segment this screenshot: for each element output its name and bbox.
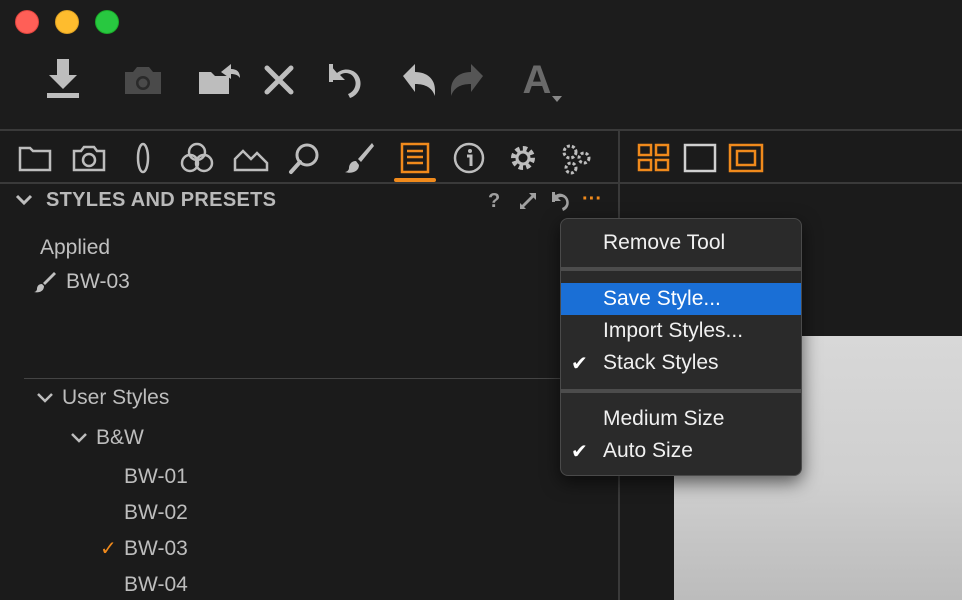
styles-list-icon bbox=[400, 142, 430, 174]
proof-view-button[interactable] bbox=[728, 140, 764, 176]
menu-save-style[interactable]: Save Style... bbox=[561, 283, 801, 315]
zoom-window-button[interactable] bbox=[95, 10, 119, 34]
import-icon[interactable] bbox=[38, 52, 88, 108]
style-item-label: BW-03 bbox=[124, 537, 188, 560]
style-item-label: BW-02 bbox=[124, 501, 188, 524]
menu-item-label: Save Style... bbox=[603, 287, 721, 310]
reset-icon[interactable] bbox=[320, 52, 370, 108]
redo-icon[interactable] bbox=[442, 52, 492, 108]
delete-icon[interactable] bbox=[254, 52, 304, 108]
multi-view-button[interactable] bbox=[636, 140, 672, 176]
folder-icon bbox=[18, 146, 52, 172]
tab-output[interactable] bbox=[504, 138, 542, 178]
section-divider bbox=[24, 378, 618, 379]
menu-item-label: Auto Size bbox=[603, 439, 693, 462]
single-view-icon bbox=[683, 143, 717, 173]
checkmark-icon: ✔ bbox=[571, 441, 588, 463]
menu-item-label: Medium Size bbox=[603, 407, 725, 430]
style-item[interactable]: BW-03 bbox=[124, 535, 188, 563]
camera-icon bbox=[72, 145, 106, 172]
tree-group-bw[interactable]: B&W bbox=[70, 424, 144, 452]
menu-item-label: Remove Tool bbox=[603, 231, 726, 254]
styles-presets-header[interactable]: STYLES AND PRESETS ? ··· bbox=[0, 184, 618, 218]
menu-stack-styles[interactable]: ✔ Stack Styles bbox=[561, 347, 801, 379]
menu-import-styles[interactable]: Import Styles... bbox=[561, 315, 801, 347]
menu-auto-size[interactable]: ✔ Auto Size bbox=[561, 435, 801, 467]
tab-exposure[interactable] bbox=[232, 138, 270, 178]
tab-library[interactable] bbox=[16, 138, 54, 178]
chevron-down-icon[interactable] bbox=[14, 190, 34, 210]
window-toolbar: A bbox=[0, 0, 962, 130]
style-item[interactable]: BW-01 bbox=[124, 463, 188, 491]
menu-separator bbox=[561, 267, 801, 271]
applied-style-item[interactable]: BW-03 bbox=[34, 270, 130, 294]
menu-remove-tool[interactable]: Remove Tool bbox=[561, 227, 801, 259]
user-styles-label: User Styles bbox=[62, 386, 170, 409]
menu-item-label: Stack Styles bbox=[603, 351, 719, 374]
brush-icon bbox=[34, 272, 56, 293]
grid-view-icon bbox=[637, 143, 670, 172]
tab-adjustments[interactable] bbox=[394, 138, 436, 182]
undo-icon[interactable] bbox=[394, 52, 444, 108]
magnifier-icon bbox=[289, 143, 319, 174]
proof-view-icon bbox=[728, 143, 764, 173]
applied-style-label: BW-03 bbox=[66, 270, 130, 293]
help-icon[interactable]: ? bbox=[488, 188, 500, 214]
dropdown-arrow-icon bbox=[552, 96, 562, 102]
reset-tool-icon[interactable] bbox=[550, 188, 572, 214]
applied-label: Applied bbox=[40, 236, 111, 259]
expand-icon[interactable] bbox=[518, 188, 538, 214]
panel-title: STYLES AND PRESETS bbox=[46, 189, 277, 211]
color-circles-icon bbox=[180, 142, 214, 173]
close-window-button[interactable] bbox=[15, 10, 39, 34]
lens-icon bbox=[136, 142, 150, 174]
menu-item-label: Import Styles... bbox=[603, 319, 744, 342]
toolbar-divider bbox=[0, 129, 962, 131]
tree-user-styles[interactable]: User Styles bbox=[36, 384, 169, 412]
tab-local-adjustments[interactable] bbox=[340, 138, 378, 178]
info-icon bbox=[453, 142, 485, 174]
gears-icon bbox=[562, 144, 591, 175]
menu-separator bbox=[561, 389, 801, 393]
move-to-folder-icon[interactable] bbox=[194, 52, 244, 108]
tab-lens[interactable] bbox=[124, 138, 162, 178]
style-item[interactable]: BW-04 bbox=[124, 571, 188, 599]
chevron-down-icon[interactable] bbox=[70, 430, 88, 446]
style-item-label: BW-01 bbox=[124, 465, 188, 488]
text-annotation-icon[interactable]: A bbox=[512, 52, 562, 108]
chevron-down-icon[interactable] bbox=[36, 390, 54, 406]
camera-capture-icon[interactable] bbox=[118, 52, 168, 108]
histogram-icon bbox=[233, 149, 269, 172]
checkmark-icon: ✔ bbox=[571, 353, 588, 375]
tab-capture[interactable] bbox=[70, 138, 108, 178]
style-item[interactable]: BW-02 bbox=[124, 499, 188, 527]
more-options-icon[interactable]: ··· bbox=[582, 186, 602, 212]
menu-medium-size[interactable]: Medium Size bbox=[561, 403, 801, 435]
style-item-label: BW-04 bbox=[124, 573, 188, 596]
options-menu: Remove Tool Save Style... Import Styles.… bbox=[560, 218, 802, 476]
tab-color[interactable] bbox=[178, 138, 216, 178]
tab-details[interactable] bbox=[286, 138, 324, 178]
group-label: B&W bbox=[96, 426, 144, 449]
tab-batch[interactable] bbox=[558, 138, 596, 178]
brush-icon bbox=[345, 143, 374, 173]
gear-icon bbox=[511, 146, 535, 170]
minimize-window-button[interactable] bbox=[55, 10, 79, 34]
tab-metadata[interactable] bbox=[450, 138, 488, 178]
checkmark-icon: ✓ bbox=[100, 538, 117, 560]
single-view-button[interactable] bbox=[682, 140, 718, 176]
